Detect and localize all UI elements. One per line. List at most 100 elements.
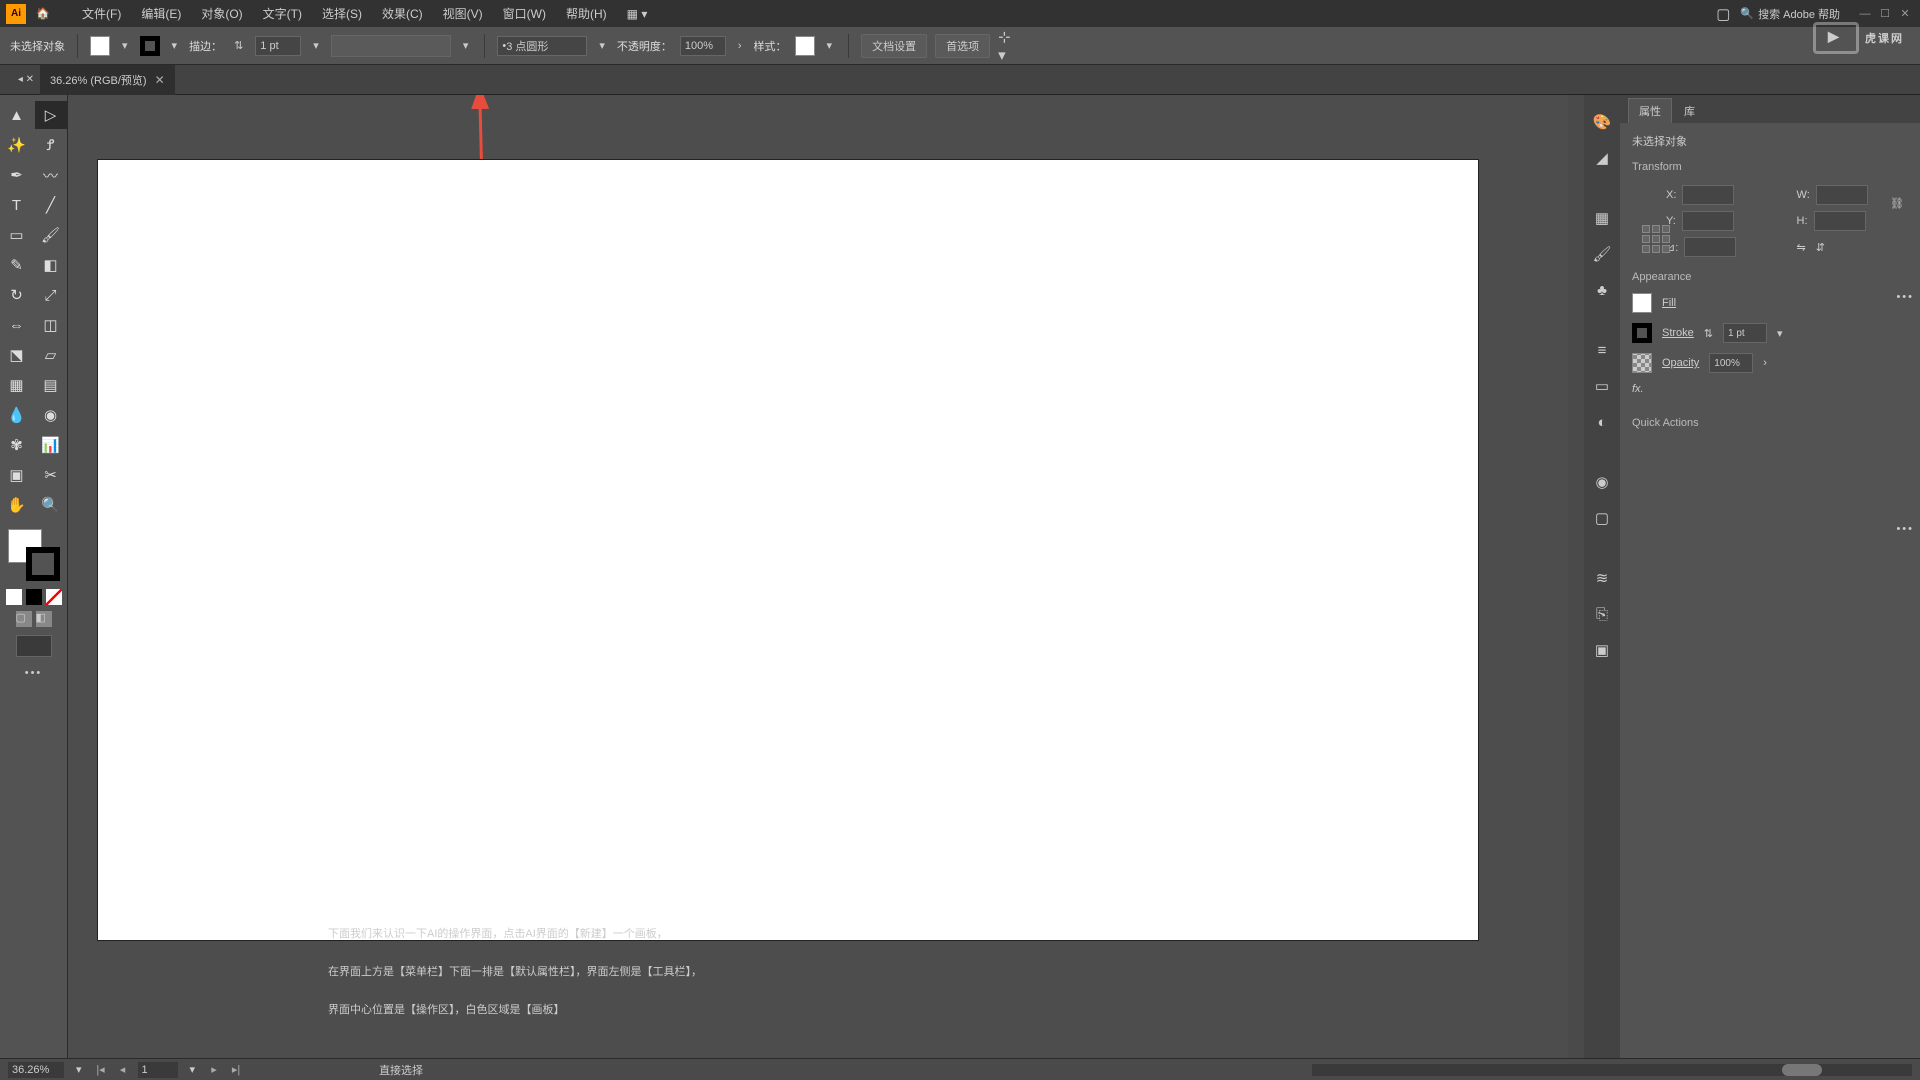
- stroke-stepper-panel[interactable]: ⇅: [1704, 327, 1713, 340]
- menu-window[interactable]: 窗口(W): [493, 1, 556, 26]
- menu-file[interactable]: 文件(F): [72, 1, 131, 26]
- graphic-styles-icon[interactable]: ▢: [1591, 507, 1613, 529]
- shaper-tool[interactable]: ✎: [1, 251, 33, 279]
- free-transform-tool[interactable]: ◫: [35, 311, 67, 339]
- fill-stroke-control[interactable]: [6, 527, 62, 583]
- menu-effect[interactable]: 效果(C): [372, 1, 433, 26]
- screen-mode[interactable]: ▢: [16, 611, 32, 627]
- hand-tool[interactable]: ✋: [1, 491, 33, 519]
- pen-tool[interactable]: ✒: [1, 161, 33, 189]
- appearance-stroke-input[interactable]: 1 pt: [1723, 323, 1767, 343]
- opacity-input[interactable]: 100%: [680, 36, 726, 56]
- transform-more-icon[interactable]: •••: [1896, 291, 1914, 303]
- tab-properties[interactable]: 属性: [1628, 98, 1672, 123]
- brush-definition[interactable]: • 3 点圆形: [497, 36, 587, 56]
- zoom-tool[interactable]: 🔍: [35, 491, 67, 519]
- blend-tool[interactable]: ◉: [35, 401, 67, 429]
- menu-view[interactable]: 视图(V): [433, 1, 493, 26]
- stroke-weight-dd-panel[interactable]: ▾: [1777, 327, 1783, 340]
- fill-dropdown[interactable]: ▾: [118, 39, 132, 52]
- line-tool[interactable]: ╱: [35, 191, 67, 219]
- artboard-dropdown[interactable]: ▾: [186, 1063, 200, 1076]
- mesh-tool[interactable]: ▦: [1, 371, 33, 399]
- magic-wand-tool[interactable]: ✨: [1, 131, 33, 159]
- width-tool[interactable]: ⇔: [1, 311, 33, 339]
- stroke-color[interactable]: [26, 547, 60, 581]
- opacity-popup-panel[interactable]: ›: [1763, 357, 1767, 369]
- stroke-swatch[interactable]: [140, 36, 160, 56]
- graphic-style-swatch[interactable]: [795, 36, 815, 56]
- arrange-docs-icon[interactable]: ▦ ▾: [617, 3, 658, 25]
- type-tool[interactable]: T: [1, 191, 33, 219]
- column-graph-tool[interactable]: 📊: [35, 431, 67, 459]
- artboard-tool[interactable]: ▣: [1, 461, 33, 489]
- symbol-sprayer-tool[interactable]: ✾: [1, 431, 33, 459]
- rotate-input[interactable]: [1684, 237, 1736, 257]
- draw-inside[interactable]: [46, 589, 62, 605]
- selection-tool[interactable]: ▲: [1, 101, 33, 129]
- eraser-tool[interactable]: ◧: [35, 251, 67, 279]
- menu-edit[interactable]: 编辑(E): [131, 1, 191, 26]
- asset-export-icon[interactable]: ⎘: [1591, 603, 1613, 625]
- screen-mode-button[interactable]: [16, 635, 52, 657]
- edit-toolbar[interactable]: •••: [25, 667, 43, 679]
- appearance-more-icon[interactable]: •••: [1896, 523, 1914, 535]
- draw-normal[interactable]: [6, 589, 22, 605]
- appearance-opacity-label[interactable]: Opacity: [1662, 357, 1699, 369]
- style-dropdown[interactable]: ▾: [823, 39, 837, 52]
- brush-dropdown[interactable]: ▾: [595, 39, 609, 52]
- lasso-tool[interactable]: Ꝭ: [35, 131, 67, 159]
- stroke-weight-dropdown[interactable]: ▾: [309, 39, 323, 52]
- symbols-panel-icon[interactable]: ♣: [1591, 279, 1613, 301]
- flip-v-icon[interactable]: ⇵: [1816, 241, 1825, 254]
- menu-object[interactable]: 对象(O): [191, 1, 252, 26]
- flip-h-icon[interactable]: ⇋: [1797, 241, 1806, 254]
- fill-swatch[interactable]: [90, 36, 110, 56]
- last-artboard[interactable]: ▸|: [229, 1063, 243, 1077]
- doc-flyout[interactable]: ◂ ✕: [18, 74, 34, 85]
- slice-tool[interactable]: ✂: [35, 461, 67, 489]
- curvature-tool[interactable]: 〰: [35, 161, 67, 189]
- reference-point[interactable]: [1642, 225, 1670, 253]
- opacity-popup[interactable]: ›: [734, 40, 746, 52]
- transparency-panel-icon[interactable]: ◐: [1591, 411, 1613, 433]
- prev-artboard[interactable]: ◂: [116, 1063, 130, 1077]
- link-wh-icon[interactable]: ⛓: [1890, 197, 1904, 210]
- brushes-panel-icon[interactable]: 🖌: [1591, 243, 1613, 265]
- color-guide-icon[interactable]: ◢: [1591, 147, 1613, 169]
- appearance-fill-swatch[interactable]: [1632, 293, 1652, 313]
- artboards-panel-icon[interactable]: ▣: [1591, 639, 1613, 661]
- close-document-icon[interactable]: ✕: [155, 73, 165, 87]
- variable-width-profile[interactable]: [331, 35, 451, 57]
- help-search[interactable]: 🔍 搜索 Adobe 帮助: [1740, 6, 1840, 22]
- vertical-scrollbar[interactable]: [1568, 95, 1584, 1058]
- next-artboard[interactable]: ▸: [207, 1063, 221, 1077]
- document-tab[interactable]: 36.26% (RGB/预览) ✕: [40, 65, 175, 95]
- appearance-opacity-swatch[interactable]: [1632, 353, 1652, 373]
- stroke-panel-icon[interactable]: ≡: [1591, 339, 1613, 361]
- draw-behind[interactable]: [26, 589, 42, 605]
- gradient-panel-icon[interactable]: ▭: [1591, 375, 1613, 397]
- document-setup-button[interactable]: 文档设置: [861, 34, 927, 58]
- appearance-opacity-input[interactable]: 100%: [1709, 353, 1753, 373]
- zoom-dropdown[interactable]: ▾: [72, 1063, 86, 1076]
- menu-type[interactable]: 文字(T): [253, 1, 312, 26]
- workspace-icon[interactable]: ▢: [1712, 3, 1734, 25]
- color-panel-icon[interactable]: 🎨: [1591, 111, 1613, 133]
- layers-panel-icon[interactable]: ≋: [1591, 567, 1613, 589]
- first-artboard[interactable]: |◂: [94, 1063, 108, 1077]
- scale-tool[interactable]: ⤢: [35, 281, 67, 309]
- appearance-panel-icon[interactable]: ◉: [1591, 471, 1613, 493]
- stroke-weight-input[interactable]: 1 pt: [255, 36, 301, 56]
- window-maximize[interactable]: ☐: [1876, 7, 1894, 21]
- gradient-tool[interactable]: ▤: [35, 371, 67, 399]
- transform-panel-icon[interactable]: ⊹ ▾: [998, 35, 1020, 57]
- appearance-stroke-label[interactable]: Stroke: [1662, 327, 1694, 339]
- appearance-fill-label[interactable]: Fill: [1662, 297, 1676, 309]
- swatches-panel-icon[interactable]: ▦: [1591, 207, 1613, 229]
- transform-w-input[interactable]: [1816, 185, 1868, 205]
- paintbrush-tool[interactable]: 🖌: [35, 221, 67, 249]
- fx-button[interactable]: fx.: [1632, 383, 1644, 395]
- horizontal-scrollbar[interactable]: [1312, 1064, 1912, 1076]
- window-close[interactable]: ✕: [1896, 7, 1914, 21]
